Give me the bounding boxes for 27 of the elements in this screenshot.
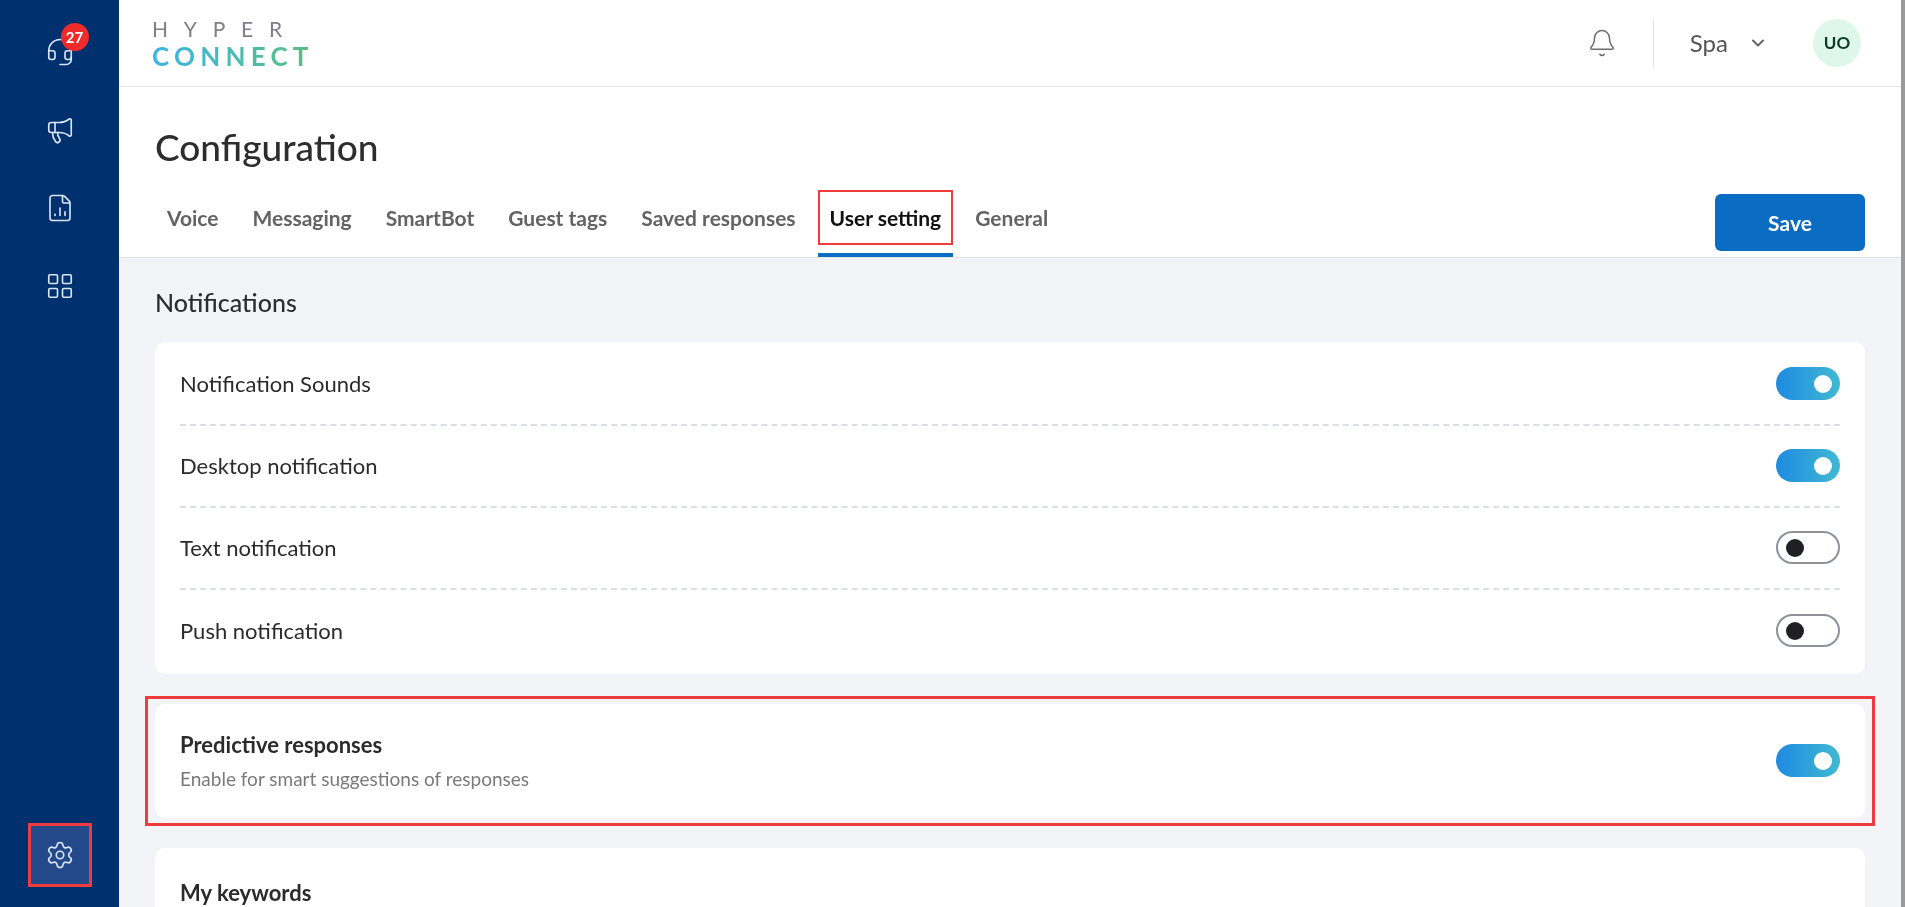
workspace-dropdown[interactable]: Spa — [1689, 25, 1768, 61]
user-avatar[interactable]: UO — [1813, 19, 1861, 67]
toggle-switch[interactable] — [1776, 744, 1840, 777]
toggle-switch[interactable] — [1776, 531, 1840, 564]
sidebar-nav-button[interactable] — [30, 826, 89, 884]
tab[interactable]: User setting — [817, 189, 954, 245]
setting-title: Predictive responses — [180, 729, 384, 760]
setting-title: My keywords — [180, 878, 312, 906]
toggle-switch[interactable] — [1776, 367, 1840, 400]
tab[interactable]: Saved responses — [629, 189, 808, 245]
section-title: Notifications — [155, 286, 298, 319]
setting-description: Enable for smart suggestions of responses — [180, 765, 529, 792]
setting-label: Push notification — [180, 616, 344, 646]
setting-label: Text notification — [180, 533, 337, 563]
tab[interactable]: Guest tags — [496, 189, 620, 245]
tab[interactable]: Messaging — [240, 189, 364, 245]
notification-badge: 27 — [60, 23, 89, 51]
setting-label: Notification Sounds — [180, 369, 371, 399]
save-button[interactable]: Save — [1715, 194, 1865, 251]
tab[interactable]: SmartBot — [373, 189, 487, 245]
tab[interactable]: General — [963, 189, 1061, 245]
toggle-switch[interactable] — [1776, 614, 1840, 647]
sidebar-nav-button[interactable]: 27 — [30, 23, 89, 81]
toggle-switch[interactable] — [1776, 449, 1840, 482]
setting-label: Desktop notification — [180, 451, 378, 481]
page-title: Configuration — [155, 123, 380, 171]
tab[interactable]: Voice — [155, 189, 231, 245]
